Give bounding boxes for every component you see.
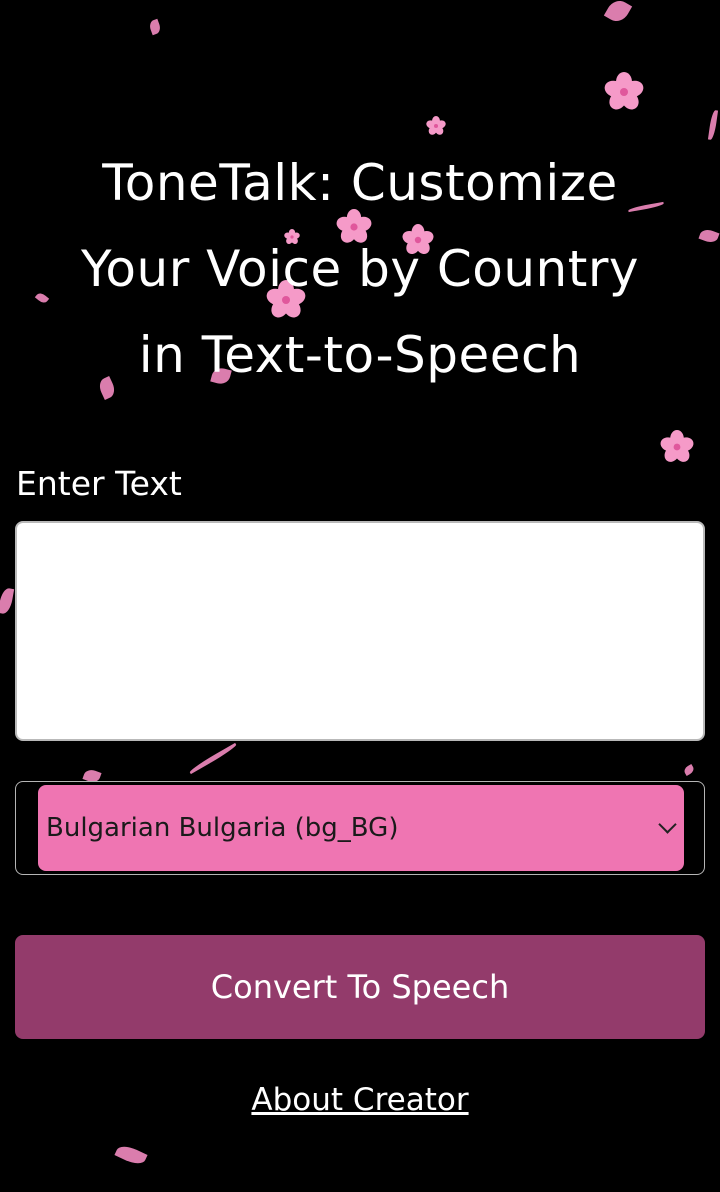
title-line-1: ToneTalk: Customize [102,154,618,212]
about-creator-link[interactable]: About Creator [0,1082,720,1118]
petal-decoration [698,227,720,245]
petal-decoration [114,1142,148,1168]
petal-decoration [707,109,719,141]
blossom-decoration [658,428,696,465]
text-input[interactable] [15,521,705,741]
page-title: ToneTalk: Customize Your Voice by Countr… [30,140,690,398]
title-line-3: in Text-to-Speech [138,326,582,384]
blossom-decoration [425,115,447,137]
language-select[interactable]: Bulgarian Bulgaria (bg_BG) [38,785,684,871]
language-select-container: Bulgarian Bulgaria (bg_BG) [15,781,705,875]
petal-decoration [147,18,163,36]
petal-decoration [188,742,238,775]
enter-text-label: Enter Text [16,464,182,503]
language-select-value: Bulgarian Bulgaria (bg_BG) [46,813,399,843]
petal-decoration [682,764,696,776]
chevron-down-icon [658,815,677,834]
petal-decoration [603,0,633,26]
title-line-2: Your Voice by Country [81,240,639,298]
petal-decoration [0,587,15,615]
app-page: ToneTalk: Customize Your Voice by Countr… [0,0,720,1192]
blossom-decoration [602,70,646,114]
convert-to-speech-button[interactable]: Convert To Speech [15,935,705,1039]
